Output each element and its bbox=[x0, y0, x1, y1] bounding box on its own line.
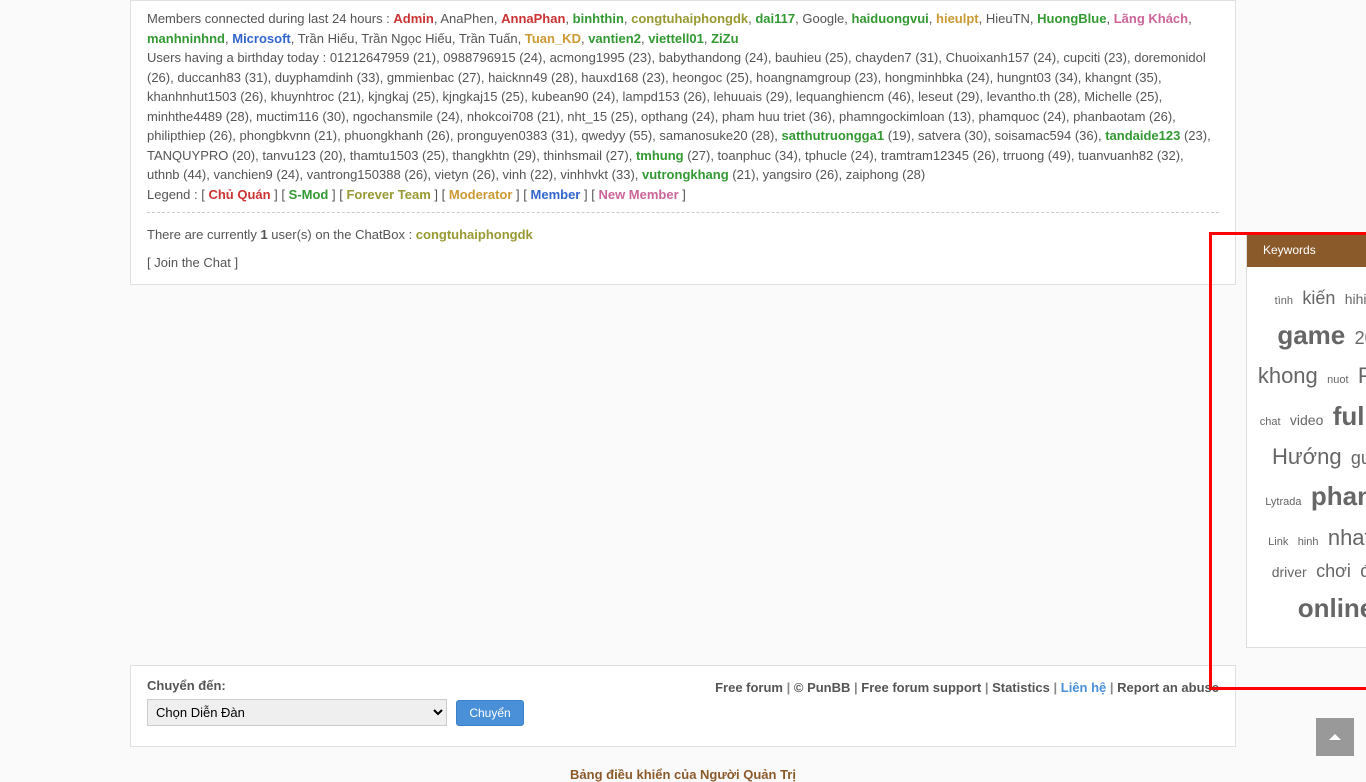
user-link[interactable]: Admin bbox=[393, 11, 433, 26]
chevron-up-icon bbox=[1326, 728, 1344, 746]
legend-item[interactable]: S-Mod bbox=[289, 187, 329, 202]
user-link[interactable]: manhninhnd bbox=[147, 31, 225, 46]
user-link[interactable]: Microsoft bbox=[232, 31, 291, 46]
birthday-line: Users having a birthday today : 01212647… bbox=[147, 48, 1219, 185]
stats-link[interactable]: Statistics bbox=[992, 680, 1050, 695]
user-link: , bbox=[704, 31, 711, 46]
divider bbox=[147, 212, 1219, 213]
keyword-tag[interactable]: 2010 bbox=[1355, 324, 1366, 353]
jump-label: Chuyển đến: bbox=[147, 678, 524, 693]
keyword-tag[interactable]: driver bbox=[1272, 561, 1307, 583]
keywords-header: Keywords bbox=[1247, 233, 1366, 267]
keyword-tag[interactable]: game bbox=[1277, 315, 1345, 357]
birthday-special2: tandaide123 bbox=[1105, 128, 1180, 143]
user-link[interactable]: viettell01 bbox=[648, 31, 704, 46]
user-link[interactable]: Lãng Khách bbox=[1114, 11, 1188, 26]
last-24-line: Members connected during last 24 hours :… bbox=[147, 9, 1219, 48]
keyword-tag[interactable]: nhat bbox=[1328, 520, 1366, 555]
keyword-tag[interactable]: tình bbox=[1275, 293, 1293, 311]
legend-item[interactable]: Moderator bbox=[449, 187, 513, 202]
keyword-tag[interactable]: kiến bbox=[1302, 284, 1335, 313]
birthday-special4: vutrongkhang bbox=[642, 167, 729, 182]
keyword-tag[interactable]: full bbox=[1333, 396, 1366, 438]
user-link[interactable]: hieulpt bbox=[936, 11, 979, 26]
user-link: , bbox=[565, 11, 572, 26]
keyword-tag[interactable]: khong bbox=[1258, 358, 1318, 393]
legend-item[interactable]: Member bbox=[531, 187, 581, 202]
keyword-tag[interactable]: nuot bbox=[1327, 372, 1348, 390]
user-link: , AnaPhen, bbox=[434, 11, 501, 26]
user-link[interactable]: AnnaPhan bbox=[501, 11, 565, 26]
legend-item[interactable]: Chủ Quán bbox=[208, 187, 270, 202]
chat-user: congtuhaiphongdk bbox=[416, 227, 533, 242]
legend-item[interactable]: Forever Team bbox=[346, 187, 430, 202]
birthday-special1: satthutruongga1 bbox=[782, 128, 885, 143]
keyword-tag[interactable]: Piano bbox=[1358, 358, 1366, 393]
join-chat-line: [ Join the Chat ] bbox=[147, 249, 1219, 277]
free-forum-link[interactable]: Free forum bbox=[715, 680, 783, 695]
legend-label: Legend : bbox=[147, 187, 201, 202]
legend-line: Legend : [ Chủ Quán ] [ S-Mod ] [ Foreve… bbox=[147, 185, 1219, 205]
user-link[interactable]: ZiZu bbox=[711, 31, 738, 46]
stats-box: Members connected during last 24 hours :… bbox=[130, 0, 1236, 285]
user-link[interactable]: haiduongvui bbox=[852, 11, 929, 26]
report-link[interactable]: Report an abuse bbox=[1117, 680, 1219, 695]
user-link[interactable]: HuongBlue bbox=[1037, 11, 1106, 26]
keyword-tag[interactable]: phan bbox=[1311, 476, 1366, 518]
footer: Chuyển đến: Chọn Diễn Đàn Chuyển Free fo… bbox=[130, 665, 1236, 747]
last24-label: Members connected during last 24 hours : bbox=[147, 11, 393, 26]
legend-item[interactable]: New Member bbox=[598, 187, 678, 202]
support-link[interactable]: Free forum support bbox=[861, 680, 981, 695]
user-link: , bbox=[1106, 11, 1113, 26]
user-link: , Google, bbox=[795, 11, 851, 26]
forum-select[interactable]: Chọn Diễn Đàn bbox=[147, 699, 447, 726]
birthday-label: Users having a birthday today : bbox=[147, 50, 330, 65]
keyword-tag[interactable]: Hướng bbox=[1272, 439, 1342, 474]
join-chat-link[interactable]: Join the Chat bbox=[154, 255, 231, 270]
keyword-tag[interactable]: hinh bbox=[1298, 534, 1319, 552]
jump-form: Chuyển đến: Chọn Diễn Đàn Chuyển bbox=[147, 678, 524, 726]
user-link[interactable]: Tuan_KD bbox=[525, 31, 581, 46]
keyword-tag[interactable]: Link bbox=[1268, 534, 1288, 552]
keyword-tag[interactable]: video bbox=[1290, 409, 1323, 431]
keyword-tag[interactable]: hihi bbox=[1345, 288, 1366, 310]
user-link: , HieuTN, bbox=[979, 11, 1038, 26]
birthday-special3: tmhung bbox=[636, 148, 684, 163]
admin-link[interactable]: Bảng điều khiển của Người Quản Trị bbox=[130, 767, 1236, 782]
contact-link[interactable]: Liên hệ bbox=[1061, 680, 1107, 695]
keyword-tag[interactable]: chat bbox=[1260, 414, 1281, 432]
user-link[interactable]: vantien2 bbox=[588, 31, 641, 46]
footer-links: Free forum | © PunBB | Free forum suppor… bbox=[715, 678, 1219, 695]
user-link: , bbox=[929, 11, 936, 26]
user-link: , Trần Hiếu, Trần Ngọc Hiếu, Trần Tuấn, bbox=[291, 31, 525, 46]
user-link[interactable]: binhthin bbox=[573, 11, 624, 26]
keywords-body: tình kiến hihi tong game 2010 khong nuot… bbox=[1247, 267, 1366, 647]
keyword-tag[interactable]: Lytrada bbox=[1265, 494, 1301, 512]
jump-button[interactable]: Chuyển bbox=[456, 700, 523, 726]
keyword-tag[interactable]: chơi bbox=[1316, 557, 1351, 586]
keyword-tag[interactable]: động bbox=[1360, 557, 1366, 586]
chatbox-count: There are currently 1 user(s) on the Cha… bbox=[147, 221, 1219, 249]
keyword-tag[interactable]: gunny bbox=[1351, 444, 1366, 473]
user-link[interactable]: congtuhaiphongdk bbox=[631, 11, 748, 26]
user-link: , bbox=[1188, 11, 1192, 26]
punbb-link[interactable]: © PunBB bbox=[794, 680, 851, 695]
user-link[interactable]: dai117 bbox=[755, 11, 795, 26]
keywords-panel: Keywords tình kiến hihi tong game 2010 k… bbox=[1246, 232, 1366, 648]
scroll-top-button[interactable] bbox=[1316, 718, 1354, 756]
keyword-tag[interactable]: online bbox=[1298, 588, 1366, 630]
